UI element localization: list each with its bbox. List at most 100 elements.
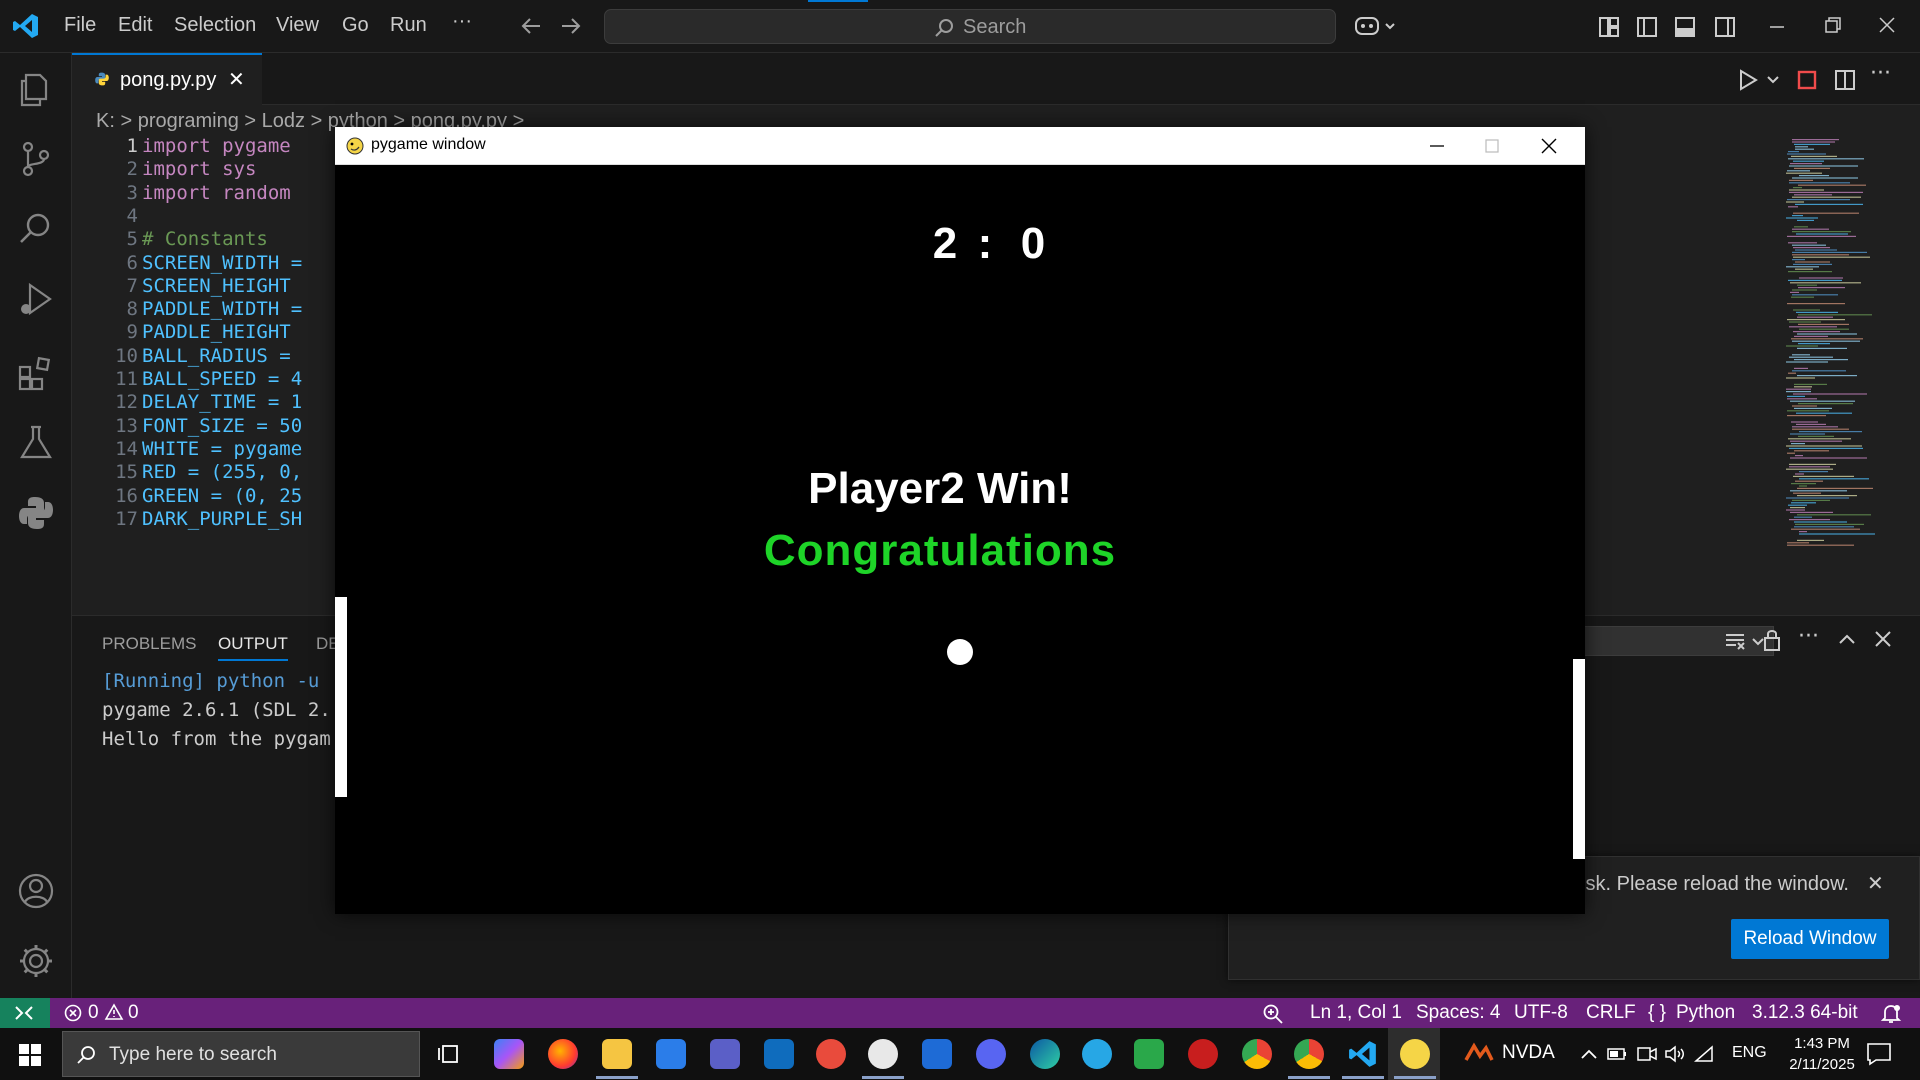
tab-problems[interactable]: PROBLEMS [102,634,196,654]
notification-close-icon[interactable]: ✕ [1867,871,1884,895]
pygame-close-icon[interactable] [1541,138,1557,154]
code-line[interactable]: GREEN = (0, 25 [142,485,302,507]
language-mode[interactable]: Python [1676,1002,1735,1024]
error-icon[interactable] [64,1004,82,1022]
code-line[interactable]: import sys [142,158,256,180]
code-line[interactable]: WHITE = pygame [142,438,302,460]
menu-file[interactable]: File [64,14,96,37]
close-panel-icon[interactable] [1874,630,1892,648]
firefox-icon[interactable] [548,1039,578,1069]
error-count[interactable]: 0 [88,1002,99,1024]
toggle-panel-icon[interactable] [1674,16,1696,38]
code-line[interactable]: import random [142,182,291,204]
explorer-icon[interactable] [16,69,56,109]
restore-icon[interactable] [1824,16,1842,34]
menu-view[interactable]: View [276,14,319,37]
vscode-taskbar-icon[interactable] [1348,1039,1378,1069]
cursor-position[interactable]: Ln 1, Col 1 [1310,1002,1402,1024]
code-line[interactable]: BALL_RADIUS = [142,345,291,367]
zoom-icon[interactable] [1262,1003,1284,1025]
file-explorer-icon[interactable] [602,1039,632,1069]
remote-indicator[interactable] [0,998,50,1028]
vscode-logo-icon[interactable] [12,12,40,40]
code-line[interactable]: PADDLE_WIDTH = [142,298,302,320]
microsoft-store-icon[interactable] [656,1039,686,1069]
lock-scroll-icon[interactable] [1762,628,1782,652]
python-icon[interactable] [16,493,56,533]
tab-pong[interactable]: pong.py.py ✕ [72,53,262,105]
warning-count[interactable]: 0 [128,1002,139,1024]
edge-icon[interactable] [1030,1039,1060,1069]
toggle-primary-sidebar-icon[interactable] [1636,16,1658,38]
input-language[interactable]: ENG [1732,1044,1767,1062]
indentation[interactable]: Spaces: 4 [1416,1002,1501,1024]
meet-now-icon[interactable] [1636,1044,1658,1064]
taskbar-search-box[interactable]: Type here to search [62,1031,420,1077]
minimize-icon[interactable] [1768,18,1786,36]
p-app-icon[interactable] [710,1039,740,1069]
maximize-panel-chevron-icon[interactable] [1838,632,1856,646]
end-of-line[interactable]: CRLF [1586,1002,1636,1024]
action-center-icon[interactable] [1866,1042,1892,1066]
menu-go[interactable]: Go [342,14,369,37]
pygame-canvas[interactable]: 2 : 0 Player2 Win! Congratulations [335,165,1585,914]
discord-icon[interactable] [976,1039,1006,1069]
code-line[interactable]: PADDLE_HEIGHT [142,321,291,343]
outlook-icon[interactable] [764,1039,794,1069]
app-icon-8[interactable] [816,1039,846,1069]
pygame-maximize-icon[interactable] [1485,139,1499,153]
security-app-icon[interactable] [922,1039,952,1069]
warning-icon[interactable] [104,1003,124,1021]
telegram-icon[interactable] [1082,1039,1112,1069]
chrome-icon[interactable] [1242,1039,1272,1069]
menu-edit[interactable]: Edit [118,14,152,37]
nvda-label[interactable]: NVDA [1502,1042,1555,1064]
windows-start-icon[interactable] [18,1043,42,1067]
encoding[interactable]: UTF-8 [1514,1002,1568,1024]
resolve-icon[interactable] [1188,1039,1218,1069]
pygame-taskbar-button[interactable] [1388,1028,1440,1080]
back-arrow-icon[interactable] [520,16,542,36]
show-hidden-icons-chevron-icon[interactable] [1580,1048,1598,1060]
nvda-icon[interactable] [1464,1042,1494,1066]
forward-arrow-icon[interactable] [560,16,582,36]
run-dropdown-chevron-icon[interactable] [1766,75,1780,85]
code-line[interactable]: SCREEN_WIDTH = [142,252,302,274]
clock-app-icon[interactable] [868,1039,898,1069]
menu-selection[interactable]: Selection [174,14,256,37]
python-interpreter[interactable]: 3.12.3 64-bit [1752,1002,1858,1024]
tab-output[interactable]: OUTPUT [218,634,288,661]
code-line[interactable]: import pygame [142,135,291,157]
testing-flask-icon[interactable] [16,423,56,463]
menu-more[interactable]: ··· [452,10,472,33]
extensions-icon[interactable] [16,353,56,393]
menu-run[interactable]: Run [390,14,427,37]
split-editor-icon[interactable] [1834,69,1856,91]
settings-gear-icon[interactable] [16,941,56,981]
account-icon[interactable] [16,871,56,911]
code-line[interactable]: # Constants [142,228,268,250]
customize-layout-icon[interactable] [1598,16,1620,38]
command-center-search[interactable]: Search [604,9,1336,44]
toggle-secondary-sidebar-icon[interactable] [1714,16,1736,38]
language-braces-icon[interactable]: { } [1648,1002,1666,1024]
code-line[interactable]: FONT_SIZE = 50 [142,415,302,437]
pygame-minimize-icon[interactable] [1429,139,1445,153]
notifications-bell-icon[interactable] [1880,1003,1902,1025]
minimap[interactable] [1782,135,1902,555]
code-line[interactable]: DARK_PURPLE_SH [142,508,302,530]
code-line[interactable]: BALL_SPEED = 4 [142,368,302,390]
run-file-icon[interactable] [1738,69,1758,91]
stop-icon[interactable] [1796,69,1818,91]
editor-more-actions[interactable]: ··· [1870,61,1891,86]
code-line[interactable]: SCREEN_HEIGHT [142,275,291,297]
copilot-icon[interactable] [1354,13,1398,39]
panel-more-actions[interactable]: ··· [1798,624,1819,649]
clear-output-icon[interactable] [1724,630,1746,652]
wifi-icon[interactable] [1694,1044,1716,1064]
pygame-title-bar[interactable]: pygame window [335,127,1585,165]
code-line[interactable]: DELAY_TIME = 1 [142,391,302,413]
copilot-app-icon[interactable] [494,1039,524,1069]
source-control-icon[interactable] [16,139,56,179]
chrome-profile-icon[interactable] [1294,1039,1324,1069]
